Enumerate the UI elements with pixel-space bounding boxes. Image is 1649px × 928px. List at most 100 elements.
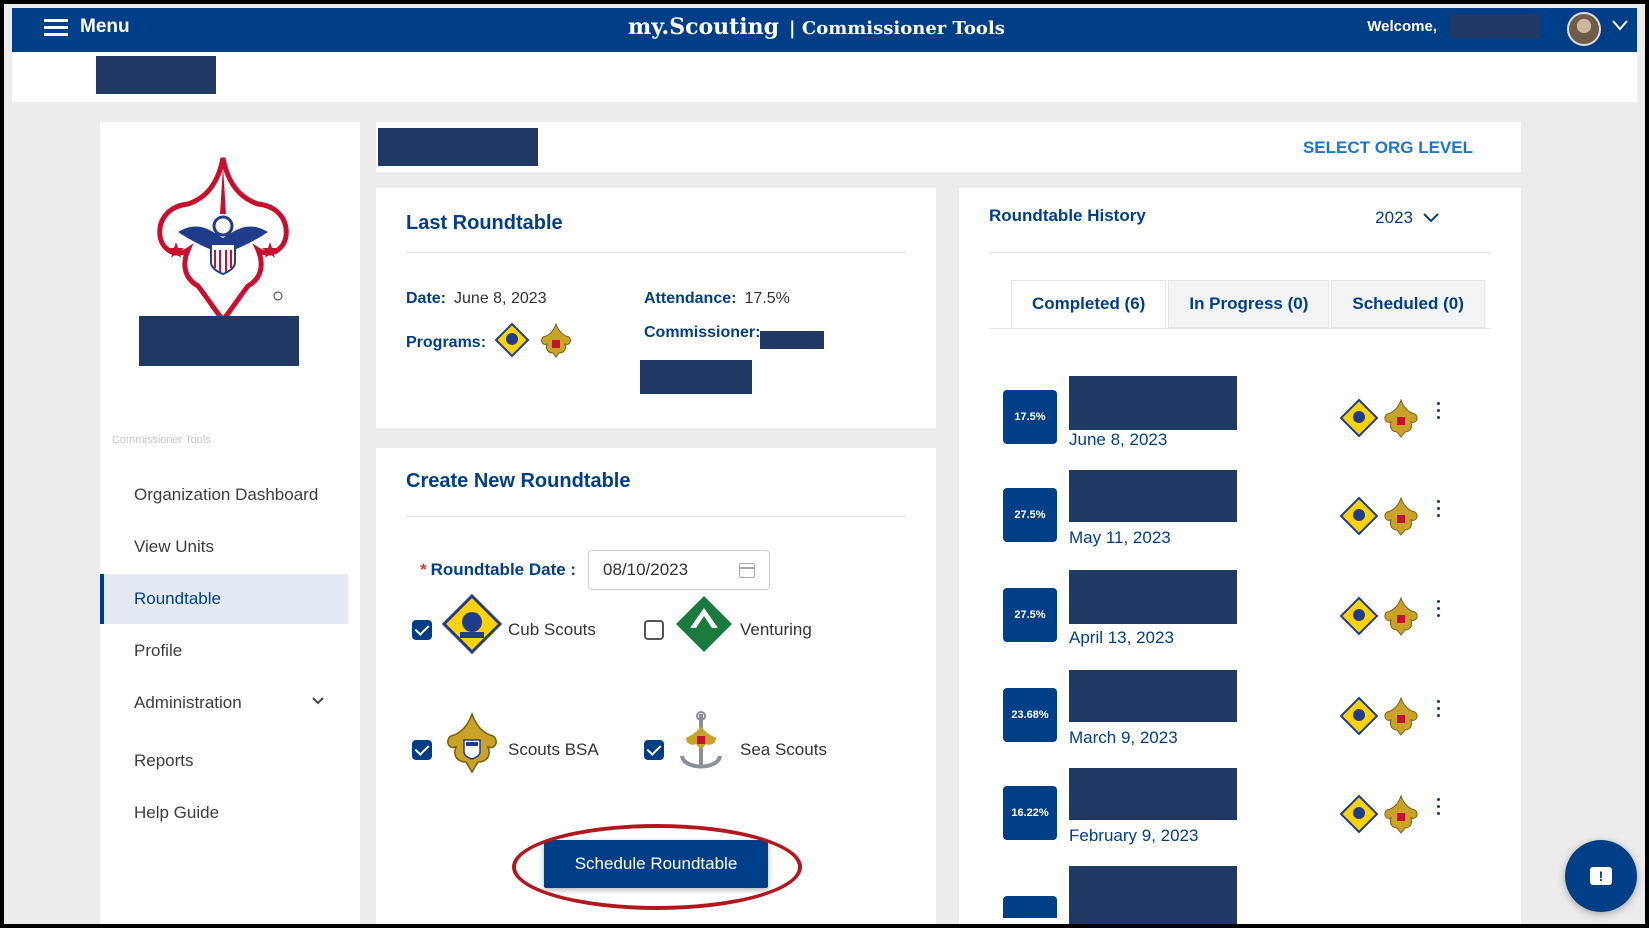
sidebar-item-help-guide[interactable]: Help Guide (100, 788, 348, 838)
redacted-roundtable-name (1069, 866, 1237, 924)
highlight-annotation (512, 824, 802, 910)
chat-icon: ! (1590, 867, 1612, 885)
sidebar-item-label: Roundtable (134, 589, 221, 608)
more-options-icon[interactable] (1437, 798, 1441, 818)
breadcrumb-bar (12, 52, 1637, 102)
calendar-icon[interactable] (739, 563, 755, 578)
tab-completed[interactable]: Completed (6) (1011, 280, 1167, 328)
program-icons (1339, 398, 1421, 438)
create-roundtable-card: Create New Roundtable * Roundtable Date :… (376, 448, 936, 924)
attendance-badge: 17.5% (1003, 390, 1057, 444)
cub-scouts-icon (1339, 696, 1379, 736)
history-row[interactable] (1003, 866, 1463, 924)
program-icons (1339, 696, 1421, 736)
roundtable-date-input[interactable]: 08/10/2023 (588, 550, 770, 590)
sea-scouts-checkbox[interactable] (644, 740, 664, 760)
more-options-icon[interactable] (1437, 402, 1441, 422)
last-roundtable-card: Last Roundtable Date: June 8, 2023 Atten… (376, 188, 936, 428)
roundtable-date: February 9, 2023 (1069, 826, 1199, 845)
roundtable-date: March 9, 2023 (1069, 728, 1178, 747)
brand-logo-text: my.Scouting (628, 14, 780, 40)
scouts-bsa-icon (538, 322, 574, 363)
sidebar-item-label: Profile (134, 641, 183, 660)
history-row[interactable]: 23.68% March 9, 2023 (1003, 670, 1463, 770)
tab-in-progress[interactable]: In Progress (0) (1168, 280, 1330, 328)
history-row[interactable]: 17.5% June 8, 2023 (1003, 376, 1463, 472)
menu-label: Menu (80, 16, 130, 37)
roundtable-date: April 13, 2023 (1069, 628, 1174, 647)
more-options-icon[interactable] (1437, 600, 1441, 620)
app-window: Menu my.Scouting | Commissioner Tools Wel… (0, 0, 1649, 928)
roundtable-date-value: 08/10/2023 (603, 560, 689, 579)
roundtable-date: May 11, 2023 (1069, 528, 1171, 547)
card-title: Create New Roundtable (406, 470, 631, 492)
roundtable-history-card: Roundtable History 2023 Completed (6) In… (959, 188, 1521, 924)
brand-suffix: | Commissioner Tools (789, 18, 1005, 39)
attendance-badge: 23.68% (1003, 688, 1057, 742)
sidebar-item-view-units[interactable]: View Units (100, 522, 348, 572)
redacted-roundtable-name (1069, 570, 1237, 624)
program-icons (1339, 794, 1421, 834)
program-icons (1339, 496, 1421, 536)
divider (989, 328, 1491, 329)
sidebar-item-label: Reports (134, 751, 194, 770)
sidebar-item-administration[interactable]: Administration (100, 678, 348, 728)
welcome-text: Welcome, (1367, 18, 1437, 35)
more-options-icon[interactable] (1437, 500, 1441, 520)
avatar[interactable] (1567, 12, 1601, 46)
brand-title[interactable]: my.Scouting | Commissioner Tools (628, 14, 1005, 40)
scouts-bsa-icon (442, 711, 502, 781)
sidebar-item-profile[interactable]: Profile (100, 626, 348, 676)
attendance-badge (1003, 896, 1057, 918)
commissioner-field: Commissioner: (644, 324, 760, 342)
cub-scouts-icon (441, 593, 503, 659)
sidebar-item-roundtable[interactable]: Roundtable (100, 574, 348, 624)
more-options-icon[interactable] (1437, 700, 1441, 720)
redacted-roundtable-name (1069, 470, 1237, 522)
hamburger-icon (44, 19, 68, 36)
sidebar-item-organization-dashboard[interactable]: Organization Dashboard (100, 470, 348, 520)
redacted-council-name (139, 316, 299, 366)
card-title: Roundtable History (989, 206, 1146, 225)
divider (406, 252, 906, 253)
history-row[interactable]: 16.22% February 9, 2023 (1003, 768, 1463, 868)
cub-scouts-checkbox[interactable] (412, 620, 432, 640)
scouts-bsa-icon (1384, 496, 1418, 536)
cub-scouts-icon (1339, 496, 1379, 536)
redacted-page-title (378, 128, 538, 166)
bsa-logo (148, 154, 298, 329)
venturing-checkbox[interactable] (644, 620, 664, 640)
select-org-level-link[interactable]: SELECT ORG LEVEL (1303, 138, 1473, 158)
redacted-roundtable-name (1069, 670, 1237, 722)
chat-button[interactable]: ! (1565, 840, 1637, 912)
cub-scouts-icon (494, 322, 530, 363)
redacted-commissioner-name (760, 331, 824, 349)
tab-scheduled[interactable]: Scheduled (0) (1331, 280, 1485, 328)
chevron-down-icon[interactable] (1611, 12, 1629, 38)
redacted-commissioner-name-2 (640, 360, 752, 394)
sidebar-item-label: Help Guide (134, 803, 220, 822)
sidebar-item-reports[interactable]: Reports (100, 736, 348, 786)
attendance-badge: 27.5% (1003, 588, 1057, 642)
nav-caption: Commissioner Tools (112, 434, 211, 446)
venturing-icon (674, 594, 734, 659)
attendance-value: 17.5% (744, 290, 790, 307)
scouts-bsa-icon (1384, 596, 1418, 636)
cub-scouts-icon (1339, 596, 1379, 636)
top-navigation-bar: Menu my.Scouting | Commissioner Tools Wel… (12, 8, 1637, 52)
programs-field: Programs: (406, 322, 574, 363)
divider (406, 516, 906, 517)
year-select[interactable]: 2023 (1375, 208, 1439, 228)
history-row[interactable]: 27.5% May 11, 2023 (1003, 470, 1463, 570)
scouts-bsa-label: Scouts BSA (508, 740, 599, 759)
scouts-bsa-icon (1384, 794, 1418, 834)
history-row[interactable]: 27.5% April 13, 2023 (1003, 570, 1463, 670)
roundtable-date-label: * Roundtable Date : (420, 560, 577, 579)
last-date-field: Date: June 8, 2023 (406, 290, 547, 308)
commissioner-label: Commissioner: (644, 324, 761, 341)
sidebar-item-label: View Units (134, 537, 214, 556)
scouts-bsa-checkbox[interactable] (412, 740, 432, 760)
page-header: SELECT ORG LEVEL (376, 122, 1521, 172)
scouts-bsa-icon (1384, 696, 1418, 736)
menu-button[interactable]: Menu (44, 16, 130, 38)
